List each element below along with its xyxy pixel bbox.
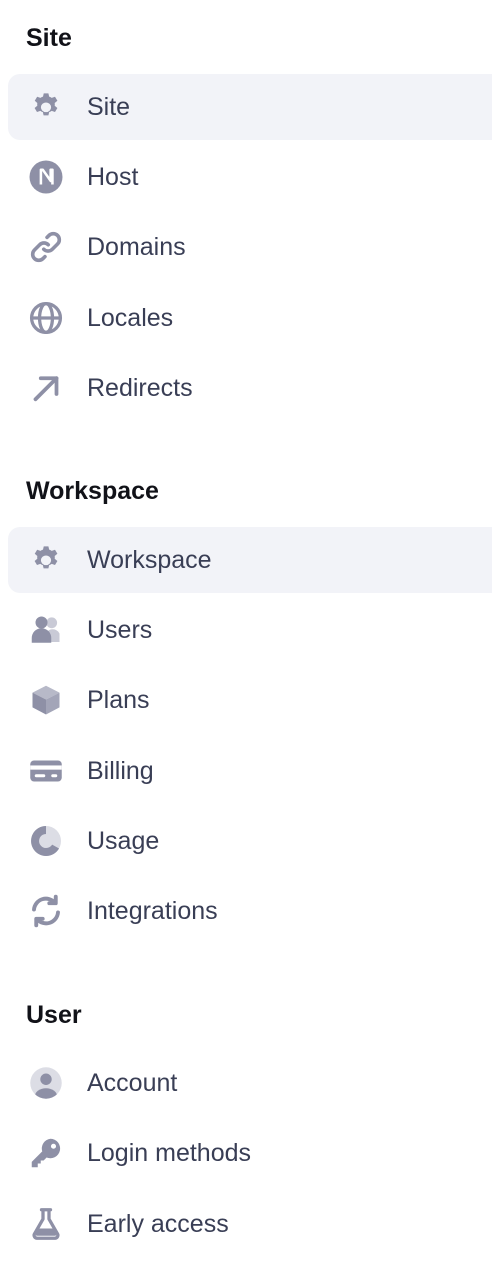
sidebar-item-site[interactable]: Site <box>8 74 492 140</box>
section-title-site: Site <box>26 24 72 52</box>
sidebar-item-label: Site <box>87 93 131 121</box>
sidebar-item-label: Host <box>87 163 139 191</box>
sidebar-item-host[interactable]: Host <box>8 144 492 210</box>
sidebar-item-redirects[interactable]: Redirects <box>8 355 492 421</box>
next-logo-icon <box>28 159 64 195</box>
sidebar-item-label: Early access <box>87 1210 229 1238</box>
sidebar-item-label: Workspace <box>87 546 212 574</box>
key-icon <box>28 1135 64 1171</box>
pie-chart-icon <box>28 823 64 859</box>
sidebar-item-workspace[interactable]: Workspace <box>8 527 492 593</box>
gear-icon <box>28 89 64 125</box>
sidebar-item-integrations[interactable]: Integrations <box>8 878 492 944</box>
arrow-up-right-icon <box>28 370 64 406</box>
user-circle-icon <box>28 1065 64 1101</box>
section-title-workspace: Workspace <box>26 477 159 505</box>
sidebar-item-account[interactable]: Account <box>8 1050 492 1116</box>
users-icon <box>28 612 64 648</box>
sidebar-item-label: Locales <box>87 304 174 332</box>
sidebar-item-domains[interactable]: Domains <box>8 214 492 280</box>
settings-sidebar: Site Site Host Domains Locales Redirects… <box>0 0 492 1270</box>
link-icon <box>28 229 64 265</box>
credit-card-icon <box>28 753 64 789</box>
sidebar-item-label: Account <box>87 1069 178 1097</box>
sidebar-item-locales[interactable]: Locales <box>8 285 492 351</box>
gear-icon <box>28 542 64 578</box>
sidebar-item-label: Users <box>87 616 153 644</box>
section-title-user: User <box>26 1001 82 1029</box>
sidebar-item-label: Plans <box>87 686 150 714</box>
globe-icon <box>28 300 64 336</box>
sidebar-item-label: Login methods <box>87 1139 252 1167</box>
sidebar-item-usage[interactable]: Usage <box>8 808 492 874</box>
flask-icon <box>28 1206 64 1242</box>
sidebar-item-label: Usage <box>87 827 160 855</box>
sidebar-item-early-access[interactable]: Early access <box>8 1191 492 1257</box>
sidebar-item-login-methods[interactable]: Login methods <box>8 1120 492 1186</box>
cube-icon <box>28 682 64 718</box>
sidebar-item-label: Billing <box>87 757 154 785</box>
sidebar-item-billing[interactable]: Billing <box>8 738 492 804</box>
refresh-icon <box>28 893 64 929</box>
sidebar-item-label: Integrations <box>87 897 218 925</box>
sidebar-item-users[interactable]: Users <box>8 597 492 663</box>
sidebar-item-label: Domains <box>87 233 186 261</box>
sidebar-item-label: Redirects <box>87 374 193 402</box>
sidebar-item-plans[interactable]: Plans <box>8 667 492 733</box>
